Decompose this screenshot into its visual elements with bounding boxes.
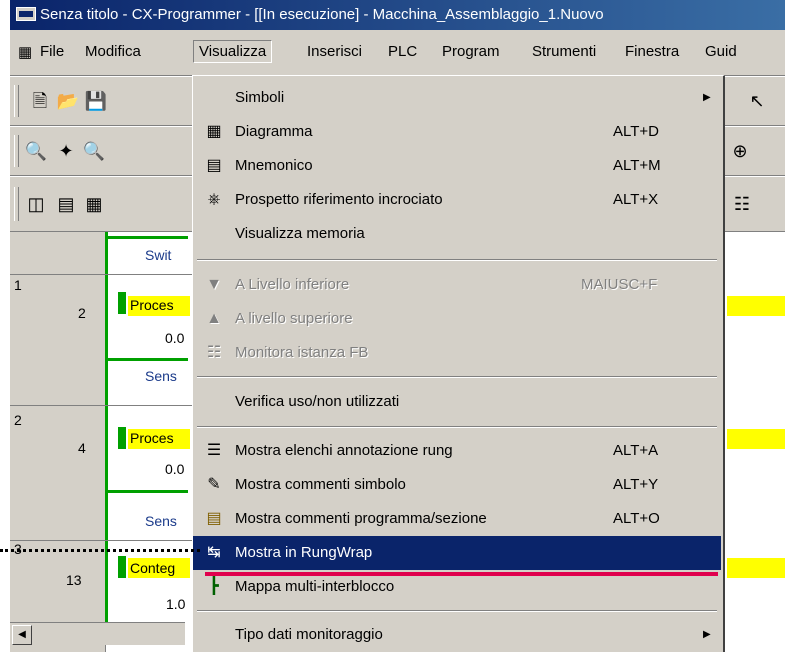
ladder-header-text: Swit [145,247,172,263]
rung-number-panel [10,232,106,652]
rungwrap-icon: ↹ [207,544,221,561]
power-rail [105,232,108,622]
menu-guida[interactable]: Guid [705,43,737,60]
zoom-in-icon[interactable]: 🔍 [24,139,48,163]
scroll-left-icon[interactable]: ◀ [12,625,32,645]
find-icon[interactable]: ✦ [54,139,78,163]
toolbar-grip[interactable] [14,85,19,117]
zoom-out-icon[interactable]: 🔍 [82,139,106,163]
diagram-icon: ▦ [206,123,222,140]
help-pointer-icon[interactable]: ↖ [745,89,769,113]
menu-item-livello-inferiore: ▼ A Livello inferiore MAIUSC+F [193,268,721,302]
open-folder-icon[interactable]: 📂 [56,89,80,113]
rung-comment-box [727,429,785,449]
visualizza-dropdown-menu: Simboli ▶ ▦ Diagramma ALT+D ▤ Mnemonico … [192,75,725,652]
menu-item-diagramma[interactable]: ▦ Diagramma ALT+D [193,115,721,149]
rung-line [108,490,188,493]
menu-item-commenti-simbolo[interactable]: ✎ Mostra commenti simbolo ALT+Y [193,468,721,502]
menu-separator [197,426,717,428]
rung-step-number: 4 [78,440,86,456]
menu-item-tipo-dati[interactable]: Tipo dati monitoraggio ▶ [193,618,721,652]
contact-address: 1.0 [166,596,186,612]
ladder-view-icon[interactable]: ▦ [82,192,106,216]
menu-item-visualizza-memoria[interactable]: Visualizza memoria [193,217,721,251]
menu-item-annotazione-rung[interactable]: ☰ Mostra elenchi annotazione rung ALT+A [193,434,721,468]
toolbar-grip[interactable] [14,187,19,221]
rung-marker [118,427,126,449]
app-menu-icon[interactable]: ▦ [18,43,32,61]
rung-box-label[interactable]: Proces [130,430,174,446]
rung-box-label[interactable]: Proces [130,297,174,313]
menu-item-livello-superiore: ▲ A livello superiore [193,302,721,336]
menu-program[interactable]: Program [442,43,500,60]
rung-divider [10,540,200,541]
title-bar: Senza titolo - CX-Programmer - [[In esec… [10,0,785,30]
window-title: Senza titolo - CX-Programmer - [[In esec… [40,6,604,23]
symbol-comment-icon: ✎ [207,476,221,493]
contact-symbol[interactable]: Sens [145,368,177,384]
fb-monitor-icon: ☷ [206,344,222,361]
app-icon [16,7,36,21]
menu-inserisci[interactable]: Inserisci [307,43,362,60]
menu-strumenti[interactable]: Strumenti [532,43,596,60]
menu-item-verifica-uso[interactable]: Verifica uso/non utilizzati [193,385,721,419]
menu-visualizza[interactable]: Visualizza [193,40,273,63]
menu-plc[interactable]: PLC [388,43,417,60]
menu-bar: ▦ File Modifica Visualizza Inserisci PLC… [10,30,785,76]
mnemonic-icon: ▤ [206,157,222,174]
menu-item-monitora-fb: ☷ Monitora istanza FB [193,336,721,370]
annotation-list-icon: ☰ [206,442,222,459]
rung-step-number: 13 [66,572,82,588]
level-up-icon: ▲ [206,310,222,327]
rung-section-number: 1 [14,277,22,293]
contact-address: 0.0 [165,461,185,477]
level-down-icon: ▼ [206,276,222,293]
contact-symbol[interactable]: Sens [145,513,177,529]
rung-step-number: 2 [78,305,86,321]
menu-separator [197,259,717,261]
coil-icon[interactable]: ⊕ [728,139,752,163]
menu-finestra[interactable]: Finestra [625,43,679,60]
rung-divider [10,274,200,275]
menu-item-simboli[interactable]: Simboli ▶ [193,81,721,115]
menu-item-mnemonico[interactable]: ▤ Mnemonico ALT+M [193,149,721,183]
rung-section-number: 2 [14,412,22,428]
rung-line [108,358,188,361]
horizontal-scrollbar[interactable]: ◀ [10,622,185,645]
rung-line [108,236,188,239]
menu-file[interactable]: File [40,43,64,60]
submenu-arrow-icon: ▶ [703,92,711,103]
dotted-pointer-line [0,549,200,552]
toolbar-grip[interactable] [14,135,19,167]
window-icon[interactable]: ◫ [24,192,48,216]
rung-marker [118,556,126,578]
rung-box-label[interactable]: Conteg [130,560,175,576]
fb-instance-icon[interactable]: ☷ [730,192,754,216]
menu-item-prospetto[interactable]: ⎈ Prospetto riferimento incrociato ALT+X [193,183,721,217]
rung-comment-box [727,296,785,316]
rung-comment-box [727,558,785,578]
interlock-map-icon: ┣ [209,578,219,595]
rung-divider [10,405,200,406]
rung-marker [118,292,126,314]
new-file-icon[interactable]: 🗎 [28,89,52,113]
menu-item-commenti-programma[interactable]: ▤ Mostra commenti programma/sezione ALT+… [193,502,721,536]
cross-reference-icon: ⎈ [207,191,221,208]
contact-address: 0.0 [165,330,185,346]
menu-separator [197,376,717,378]
save-icon[interactable]: 💾 [84,89,108,113]
menu-modifica[interactable]: Modifica [85,43,141,60]
program-comment-icon: ▤ [206,510,222,527]
submenu-arrow-icon: ▶ [703,629,711,640]
red-highlight-underline [205,572,718,576]
menu-separator [197,610,717,612]
menu-item-rungwrap[interactable]: ↹ Mostra in RungWrap [193,536,721,570]
properties-icon[interactable]: ▤ [54,192,78,216]
